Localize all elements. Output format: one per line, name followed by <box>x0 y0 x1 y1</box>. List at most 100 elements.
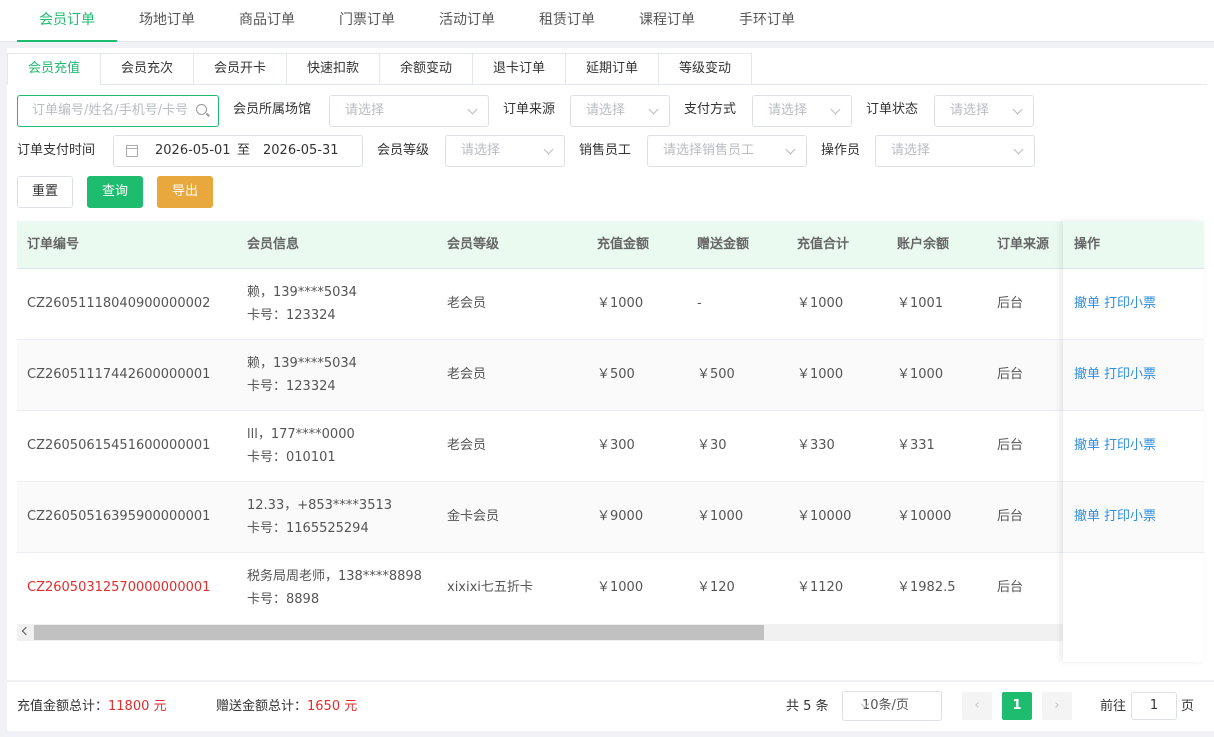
venue-select[interactable]: 请选择 <box>329 95 489 127</box>
table-header: 订单编号 会员信息 会员等级 充值金额 赠送金额 充值合计 账户余额 订单来源 <box>17 221 1204 269</box>
date-range-picker[interactable]: 2026-05-01 至 2026-05-31 <box>113 135 363 167</box>
gift-total: 赠送金额总计：1650 元 <box>216 697 357 717</box>
pay-method-placeholder: 请选择 <box>768 103 808 118</box>
print-receipt-link[interactable]: 打印小票 <box>1104 509 1156 524</box>
query-button[interactable]: 查询 <box>87 176 143 208</box>
print-receipt-link[interactable]: 打印小票 <box>1104 438 1156 453</box>
export-button[interactable]: 导出 <box>157 176 213 208</box>
status-placeholder: 请选择 <box>950 103 990 118</box>
source-placeholder: 请选择 <box>586 103 626 118</box>
recharge-amount: ￥1000 <box>597 580 644 595</box>
tab-refund-card[interactable]: 退卡订单 <box>472 53 565 85</box>
member-card-no: 卡号：123324 <box>247 308 336 323</box>
total-count: 共 5 条 <box>786 699 829 714</box>
total-amount: ￥1000 <box>797 296 844 311</box>
recharge-total-value: 11800 元 <box>108 699 167 714</box>
order-source: 后台 <box>997 296 1024 311</box>
balance-amount: ￥331 <box>897 438 935 453</box>
calendar-icon <box>126 145 138 157</box>
level-select[interactable]: 请选择 <box>445 135 565 167</box>
revoke-link[interactable]: 撤单 <box>1074 509 1100 524</box>
operation-cell: 撤单 打印小票 <box>1063 269 1204 340</box>
member-card-no: 卡号：123324 <box>247 379 336 394</box>
tab-balance-change[interactable]: 余额变动 <box>379 53 472 85</box>
venue-label: 会员所属场馆 <box>233 102 312 117</box>
tab-extension-orders[interactable]: 延期订单 <box>565 53 658 85</box>
member-card-no: 卡号：010101 <box>247 450 336 465</box>
tab-wristband-orders[interactable]: 手环订单 <box>717 0 817 42</box>
member-info: 12.33，+853****3513 卡号：1165525294 <box>247 482 392 552</box>
member-level: 金卡会员 <box>447 509 500 524</box>
status-label: 订单状态 <box>866 102 919 117</box>
operator-select[interactable]: 请选择 <box>875 135 1035 167</box>
tab-member-recharge[interactable]: 会员充值 <box>7 53 100 85</box>
table-row[interactable]: CZ26051117442600000001 赖，139****5034 卡号：1… <box>17 340 1204 411</box>
goto-page-input[interactable]: 1 <box>1131 692 1177 720</box>
recharge-amount: ￥9000 <box>597 509 644 524</box>
venue-placeholder: 请选择 <box>345 103 385 118</box>
tab-quick-deduct[interactable]: 快速扣款 <box>286 53 379 85</box>
reset-button[interactable]: 重置 <box>17 176 73 208</box>
tab-ticket-orders[interactable]: 门票订单 <box>317 0 417 42</box>
order-no: CZ26051118040900000002 <box>27 296 211 311</box>
chevron-down-icon <box>1012 104 1023 115</box>
table-row[interactable]: CZ26050516395900000001 12.33，+853****351… <box>17 482 1204 553</box>
footer-bar <box>7 681 1214 731</box>
revoke-link[interactable]: 撤单 <box>1074 367 1100 382</box>
order-source: 后台 <box>997 438 1024 453</box>
tab-member-orders[interactable]: 会员订单 <box>17 0 117 42</box>
source-select[interactable]: 请选择 <box>570 95 670 127</box>
order-source: 后台 <box>997 367 1024 382</box>
table-row[interactable]: CZ26050312570000000001 税务局周老师，138****889… <box>17 553 1204 624</box>
gift-total-value: 1650 元 <box>307 699 358 714</box>
gift-amount: ￥1000 <box>697 509 744 524</box>
tab-member-times[interactable]: 会员充次 <box>100 53 193 85</box>
revoke-link[interactable]: 撤单 <box>1074 438 1100 453</box>
operation-column: 操作 撤单 打印小票 撤单 打印小票 撤单 打印小票 撤单 打印小票 <box>1063 221 1204 662</box>
pay-method-select[interactable]: 请选择 <box>752 95 852 127</box>
tab-goods-orders[interactable]: 商品订单 <box>217 0 317 42</box>
scrollbar-thumb[interactable] <box>34 625 764 640</box>
operator-label: 操作员 <box>821 143 861 158</box>
col-source: 订单来源 <box>997 237 1050 252</box>
table-row[interactable]: CZ26050615451600000001 lll，177****0000 卡号… <box>17 411 1204 482</box>
total-amount: ￥10000 <box>797 509 852 524</box>
page-size-select[interactable]: 10条/页 <box>842 691 942 721</box>
sales-select[interactable]: 请选择销售员工 <box>647 135 807 167</box>
col-member-level: 会员等级 <box>447 237 500 252</box>
operation-cell: 撤单 打印小票 <box>1063 340 1204 411</box>
next-page-button[interactable]: › <box>1042 692 1072 720</box>
tab-activity-orders[interactable]: 活动订单 <box>417 0 517 42</box>
page-size-value: 10条/页 <box>862 698 909 713</box>
col-recharge: 充值金额 <box>597 237 650 252</box>
chevron-down-icon <box>830 104 841 115</box>
tab-course-orders[interactable]: 课程订单 <box>617 0 717 42</box>
order-source: 后台 <box>997 509 1024 524</box>
member-card-no: 卡号：1165525294 <box>247 521 369 536</box>
order-type-tabs: 会员订单 场地订单 商品订单 门票订单 活动订单 租赁订单 课程订单 手环订单 <box>0 0 1214 42</box>
print-receipt-link[interactable]: 打印小票 <box>1104 367 1156 382</box>
page-number[interactable]: 1 <box>1002 692 1032 720</box>
revoke-link[interactable]: 撤单 <box>1074 296 1100 311</box>
tab-member-open-card[interactable]: 会员开卡 <box>193 53 286 85</box>
tab-venue-orders[interactable]: 场地订单 <box>117 0 217 42</box>
prev-page-button[interactable]: ‹ <box>962 692 992 720</box>
member-info: 赖，139****5034 卡号：123324 <box>247 269 357 339</box>
recharge-amount: ￥1000 <box>597 296 644 311</box>
tab-level-change[interactable]: 等级变动 <box>658 53 752 85</box>
search-input[interactable]: 订单编号/姓名/手机号/卡号 <box>17 95 219 127</box>
chevron-down-icon <box>467 104 478 115</box>
date-start: 2026-05-01 <box>155 143 231 158</box>
horizontal-scrollbar[interactable] <box>17 624 1194 641</box>
scroll-left-icon[interactable] <box>21 626 31 636</box>
balance-amount: ￥1000 <box>897 367 944 382</box>
operation-cell: 撤单 打印小票 <box>1063 482 1204 553</box>
print-receipt-link[interactable]: 打印小票 <box>1104 296 1156 311</box>
table-row[interactable]: CZ26051118040900000002 赖，139****5034 卡号：1… <box>17 269 1204 340</box>
tab-rental-orders[interactable]: 租赁订单 <box>517 0 617 42</box>
member-level: 老会员 <box>447 367 487 382</box>
recharge-amount: ￥500 <box>597 367 635 382</box>
order-source: 后台 <box>997 580 1024 595</box>
operation-cell: 撤单 打印小票 <box>1063 411 1204 482</box>
status-select[interactable]: 请选择 <box>934 95 1034 127</box>
